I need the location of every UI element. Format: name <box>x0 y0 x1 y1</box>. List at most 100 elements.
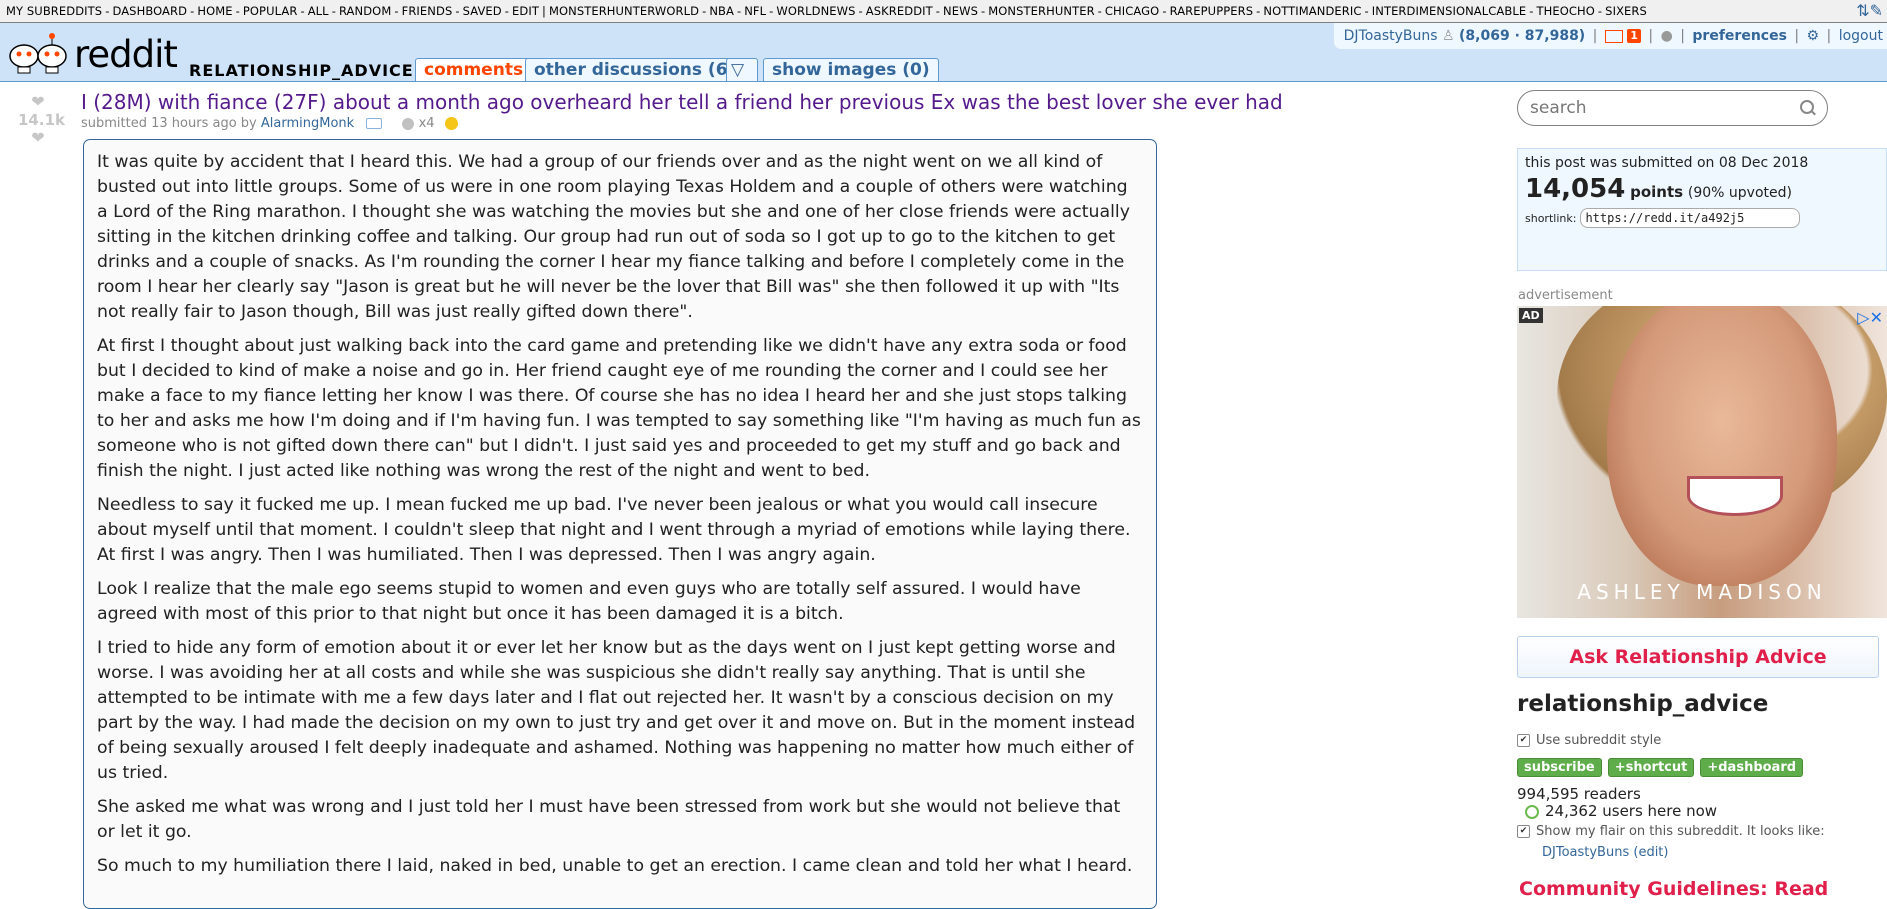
subscribe-button[interactable]: subscribe <box>1517 758 1602 777</box>
subreddit-link[interactable]: WORLDNEWS <box>776 4 855 18</box>
separator: - <box>1162 4 1167 18</box>
flair-pref-checkbox[interactable]: ✔ <box>1517 825 1530 838</box>
author-link[interactable]: AlarmingMonk <box>261 116 354 131</box>
online-count-row: 24,362 users here now <box>1517 802 1717 820</box>
edit-icon[interactable]: ✎ <box>1870 1 1883 20</box>
shortlink-row: shortlink: https://redd.it/a492j5 <box>1525 208 1879 228</box>
use-style-label: Use subreddit style <box>1536 733 1662 748</box>
filter-icon: ▽ <box>731 60 745 80</box>
top-bar-link[interactable]: HOME <box>197 4 232 18</box>
subreddit-link[interactable]: NEWS <box>943 4 978 18</box>
separator: - <box>105 4 110 18</box>
ad-close-icon[interactable]: ▷✕ <box>1857 308 1883 327</box>
search-icon[interactable] <box>1800 100 1814 114</box>
gear-icon[interactable]: ⚙ <box>1807 28 1820 44</box>
subreddit-name[interactable]: relationship_advice <box>1517 691 1768 717</box>
post-paragraph: At first I thought about just walking ba… <box>97 336 1141 481</box>
separator: - <box>1256 4 1261 18</box>
subreddit-link[interactable]: ASKREDDIT <box>866 4 933 18</box>
vote-column: ❤ 14.1k ❤ <box>18 94 65 146</box>
link-info-box: this post was submitted on 08 Dec 2018 1… <box>1517 148 1887 271</box>
top-bar-link[interactable]: FRIENDS <box>402 4 453 18</box>
flair-pref-option[interactable]: ✔ Show my flair on this subreddit. It loo… <box>1517 824 1825 839</box>
top-bar-link[interactable]: SAVED <box>463 4 502 18</box>
separator: - <box>1364 4 1369 18</box>
post-paragraph: So much to my humiliation there I laid, … <box>97 856 1133 876</box>
separator: - <box>235 4 240 18</box>
sr-bar-tools[interactable]: ⇅✎ <box>1856 0 1883 22</box>
flair-username: DJToastyBuns <box>1542 845 1630 860</box>
post-title[interactable]: I (28M) with fiance (27F) about a month … <box>81 90 1283 114</box>
online-count: 24,362 users here now <box>1545 802 1718 820</box>
silver-award-count: x4 <box>418 116 435 131</box>
submitted-text: submitted 13 hours ago by <box>81 116 257 131</box>
flair-edit-link[interactable]: (edit) <box>1633 845 1668 860</box>
points-count: 14,054 <box>1525 174 1626 204</box>
top-bar-link[interactable]: RANDOM <box>339 4 391 18</box>
separator: - <box>769 4 774 18</box>
subreddit-link[interactable]: INTERDIMENSIONALCABLE <box>1372 4 1527 18</box>
tag-icon <box>366 118 383 129</box>
post-paragraph: I tried to hide any form of emotion abou… <box>97 638 1136 783</box>
subreddit-link[interactable]: NBA <box>709 4 734 18</box>
user-bar: DJToastyBuns ♙ (8,069 · 87,988) | 1 | ● … <box>1333 23 1887 49</box>
shortcut-button[interactable]: +shortcut <box>1607 758 1695 777</box>
reddit-alien-logo[interactable] <box>4 26 76 76</box>
use-style-option[interactable]: ✔ Use subreddit style <box>1517 733 1661 748</box>
tab-show-images[interactable]: show images (0) <box>763 58 939 81</box>
subreddit-link[interactable]: NFL <box>744 4 766 18</box>
top-bar-link[interactable]: MY SUBREDDITS <box>6 4 102 18</box>
silver-award-icon[interactable] <box>402 117 415 130</box>
downvote-arrow-icon[interactable]: ❤ <box>18 130 58 146</box>
username-link[interactable]: DJToastyBuns <box>1344 28 1438 44</box>
separator: - <box>858 4 863 18</box>
sort-icon[interactable]: ⇅ <box>1856 1 1869 20</box>
chat-icon[interactable]: ● <box>1661 28 1673 44</box>
post-paragraph: Needless to say it fucked me up. I mean … <box>97 495 1131 565</box>
reddit-wordmark[interactable]: reddit <box>74 33 178 76</box>
subreddit-link[interactable]: MONSTERHUNTER <box>988 4 1094 18</box>
subreddit-link[interactable]: RAREPUPPERS <box>1170 4 1254 18</box>
subreddit-link[interactable]: THEOCHO <box>1537 4 1595 18</box>
dashboard-button[interactable]: +dashboard <box>1700 758 1804 777</box>
subreddit-link[interactable]: MONSTERHUNTERWORLD <box>549 4 699 18</box>
mail-count-badge[interactable]: 1 <box>1627 29 1641 43</box>
community-guidelines-heading[interactable]: Community Guidelines: Read <box>1519 878 1828 898</box>
upvote-arrow-icon[interactable]: ❤ <box>18 94 58 110</box>
separator: - <box>981 4 986 18</box>
gold-award-icon[interactable] <box>444 117 458 130</box>
points-line: 14,054 points (90% upvoted) <box>1525 174 1879 204</box>
shortlink-label: shortlink: <box>1525 212 1577 225</box>
flair-preview: DJToastyBuns (edit) <box>1542 845 1668 860</box>
mail-icon[interactable] <box>1604 29 1623 43</box>
subreddit-bar: MY SUBREDDITS - DASHBOARD - HOME - POPULAR - ALL… <box>0 0 1887 23</box>
separator: - <box>1097 4 1102 18</box>
tab-other-discussions[interactable]: other discussions (6) <box>525 58 745 81</box>
advertisement-image[interactable]: AD ▷✕ ASHLEY MADISON <box>1517 306 1887 618</box>
flair-pref-label: Show my flair on this subreddit. It look… <box>1536 824 1825 839</box>
tab-filter[interactable]: ▽ <box>726 58 758 81</box>
use-style-checkbox[interactable]: ✔ <box>1517 734 1530 747</box>
preferences-link[interactable]: preferences <box>1692 28 1787 44</box>
karma: (8,069 · 87,988) <box>1459 28 1586 44</box>
top-bar-link[interactable]: POPULAR <box>243 4 298 18</box>
search-input[interactable]: search <box>1517 90 1828 126</box>
separator: - <box>935 4 941 18</box>
separator: | <box>541 4 546 18</box>
subreddit-link[interactable]: SIXERS <box>1605 4 1647 18</box>
logout-link[interactable]: logout <box>1839 28 1883 44</box>
top-bar-link[interactable]: DASHBOARD <box>112 4 187 18</box>
submitted-date: this post was submitted on 08 Dec 2018 <box>1525 155 1809 171</box>
separator: - <box>1529 4 1534 18</box>
subreddit-link[interactable]: NOTTIMANDERIC <box>1263 4 1361 18</box>
advertisement-label: advertisement <box>1518 288 1613 303</box>
ask-advice-button[interactable]: Ask Relationship Advice <box>1517 636 1879 678</box>
subreddit-link[interactable]: CHICAGO <box>1105 4 1159 18</box>
top-bar-link[interactable]: ALL <box>308 4 329 18</box>
page-name[interactable]: RELATIONSHIP_ADVICE <box>189 61 414 80</box>
separator: - <box>455 4 460 18</box>
separator: - <box>504 4 509 18</box>
shortlink-field[interactable]: https://redd.it/a492j5 <box>1580 208 1801 228</box>
top-bar-link[interactable]: EDIT <box>512 4 539 18</box>
tab-comments[interactable]: comments <box>415 58 533 81</box>
